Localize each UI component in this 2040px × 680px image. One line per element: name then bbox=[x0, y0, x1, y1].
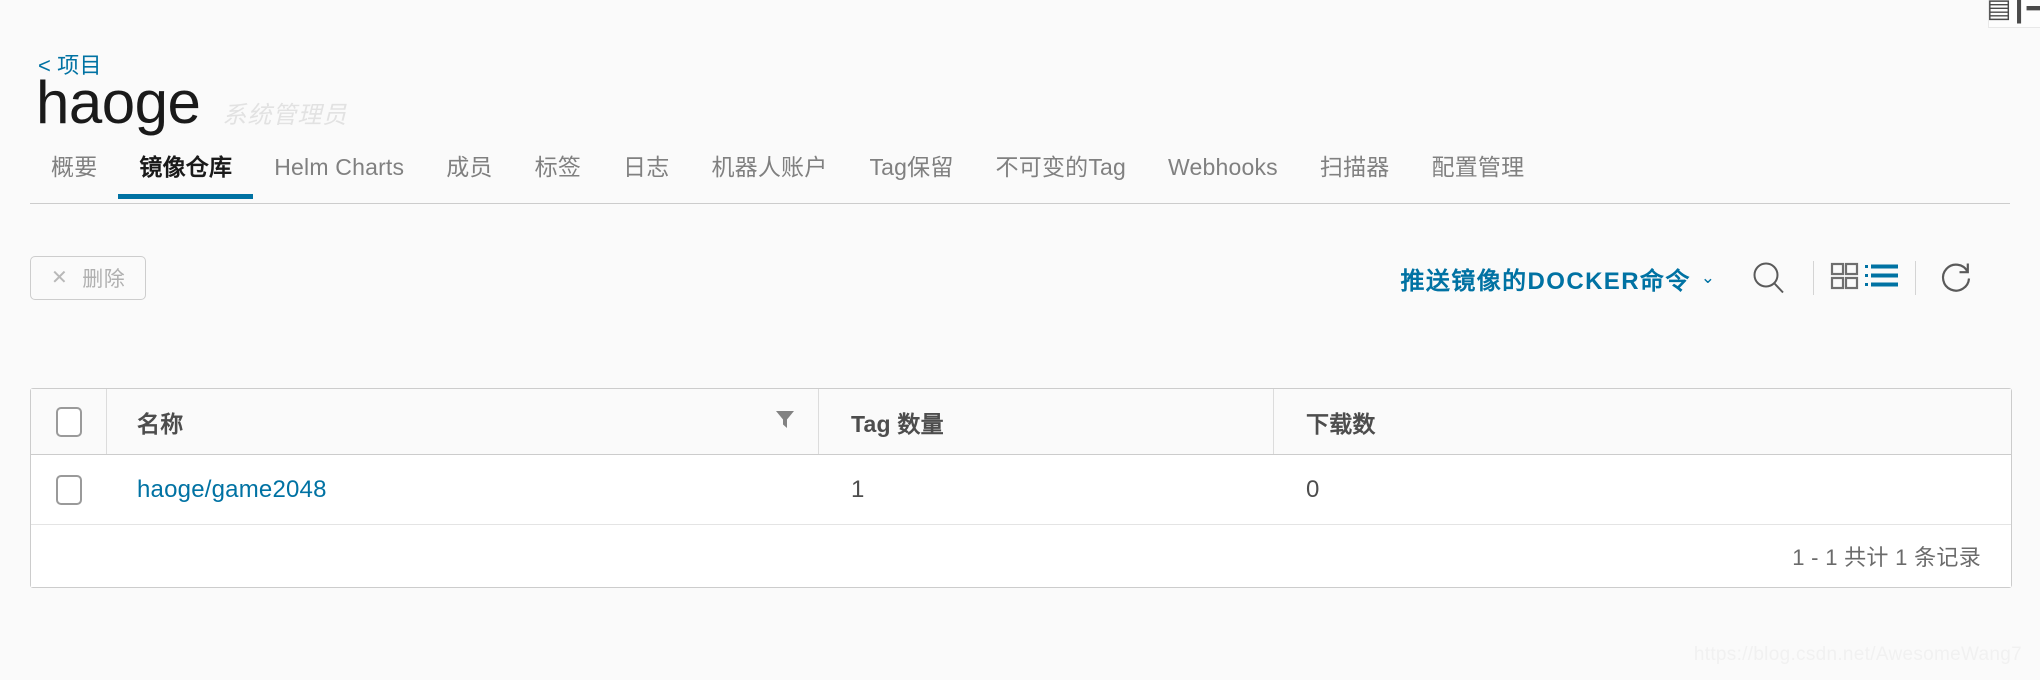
delete-button-label: 删除 bbox=[82, 268, 126, 291]
watermark: https://blog.csdn.net/AwesomeWang7 bbox=[1693, 644, 2022, 665]
column-header-downloads[interactable]: 下载数 bbox=[1274, 389, 2011, 454]
tab-1[interactable]: 镜像仓库 bbox=[118, 152, 254, 199]
tab-label: Helm Charts bbox=[274, 154, 405, 180]
tab-label: 日志 bbox=[623, 154, 670, 180]
tab-6[interactable]: 机器人账户 bbox=[690, 152, 848, 198]
refresh-icon[interactable] bbox=[1932, 254, 1980, 302]
row-name-cell: haoge/game2048 bbox=[107, 455, 819, 524]
delete-button[interactable]: ✕ 删除 bbox=[30, 256, 147, 300]
tab-3[interactable]: 成员 bbox=[425, 152, 513, 198]
grid-view-icon[interactable] bbox=[1830, 261, 1860, 296]
repository-table: 名称 Tag 数量 下载数 haoge/game2048 1 0 1 - 1 共… bbox=[30, 388, 2012, 588]
tab-10[interactable]: 扫描器 bbox=[1299, 152, 1411, 198]
barcode-icon: ▤┃━ bbox=[1988, 0, 2040, 24]
tab-label: 镜像仓库 bbox=[139, 154, 233, 180]
tab-label: 成员 bbox=[446, 154, 493, 180]
tab-5[interactable]: 日志 bbox=[602, 152, 690, 198]
column-header-downloads-label: 下载数 bbox=[1306, 410, 1376, 437]
toolbar-right-group: 推送镜像的DOCKER命令 ⌄ bbox=[1401, 250, 1980, 306]
page-header: haoge 系统管理员 bbox=[36, 73, 347, 133]
tab-9[interactable]: Webhooks bbox=[1147, 152, 1299, 198]
tab-label: 机器人账户 bbox=[711, 154, 828, 180]
toolbar-divider-2 bbox=[1915, 261, 1916, 295]
tab-label: Tag保留 bbox=[869, 154, 954, 180]
table-footer: 1 - 1 共计 1 条记录 bbox=[31, 525, 2011, 587]
view-mode-toggle[interactable] bbox=[1830, 261, 1899, 296]
page-title: haoge bbox=[36, 69, 201, 136]
tab-label: Webhooks bbox=[1168, 154, 1278, 180]
tab-11[interactable]: 配置管理 bbox=[1411, 152, 1546, 198]
column-header-name[interactable]: 名称 bbox=[107, 389, 819, 454]
tab-navigation: 概要 镜像仓库 Helm Charts 成员 标签 日志 机器人账户 Tag保留 不可变的Tag… bbox=[30, 152, 2010, 204]
toolbar-divider-1 bbox=[1813, 261, 1814, 295]
harbor-project-page: ▤┃━ < 项目 haoge 系统管理员 概要 镜像仓库 Helm Charts 成员标… bbox=[0, 0, 2040, 680]
table-header-row: 名称 Tag 数量 下载数 bbox=[31, 389, 2011, 455]
row-tag-count-cell: 1 bbox=[819, 455, 1274, 524]
tab-label: 不可变的Tag bbox=[995, 154, 1127, 180]
close-icon: ✕ bbox=[51, 267, 69, 289]
row-checkbox[interactable] bbox=[56, 474, 82, 505]
filter-icon[interactable] bbox=[774, 408, 796, 435]
tab-label: 标签 bbox=[534, 154, 582, 180]
tab-label: 概要 bbox=[51, 154, 98, 180]
tag-count-value: 1 bbox=[851, 475, 865, 503]
push-docker-command-dropdown[interactable]: 推送镜像的DOCKER命令 ⌄ bbox=[1401, 261, 1715, 296]
tab-label: 扫描器 bbox=[1319, 154, 1390, 180]
action-toolbar: ✕ 删除 推送镜像的DOCKER命令 ⌄ bbox=[30, 256, 2010, 318]
table-row[interactable]: haoge/game2048 1 0 bbox=[31, 455, 2011, 525]
tab-4[interactable]: 标签 bbox=[514, 152, 602, 198]
select-all-checkbox[interactable] bbox=[55, 406, 82, 437]
select-all-cell bbox=[31, 389, 107, 454]
column-header-name-label: 名称 bbox=[137, 410, 184, 437]
role-label: 系统管理员 bbox=[222, 102, 348, 129]
column-header-tag-count-label: Tag 数量 bbox=[851, 410, 944, 437]
list-view-icon[interactable] bbox=[1865, 261, 1899, 296]
tab-7[interactable]: Tag保留 bbox=[848, 152, 974, 198]
repository-link[interactable]: haoge/game2048 bbox=[137, 476, 327, 504]
search-icon[interactable] bbox=[1741, 254, 1797, 302]
pagination-summary: 1 - 1 共计 1 条记录 bbox=[1792, 545, 1981, 570]
tab-label: 配置管理 bbox=[1431, 154, 1525, 180]
tab-0[interactable]: 概要 bbox=[30, 152, 118, 198]
downloads-value: 0 bbox=[1306, 475, 1320, 503]
row-downloads-cell: 0 bbox=[1274, 455, 2011, 524]
tab-2[interactable]: Helm Charts bbox=[253, 152, 425, 198]
push-docker-command-label: 推送镜像的DOCKER命令 bbox=[1400, 267, 1691, 295]
top-right-fragment: ▤┃━ bbox=[1988, 0, 2040, 28]
chevron-down-icon: ⌄ bbox=[1700, 268, 1715, 287]
tab-8[interactable]: 不可变的Tag bbox=[975, 152, 1147, 198]
column-header-tag-count[interactable]: Tag 数量 bbox=[819, 389, 1274, 454]
row-select-cell bbox=[31, 455, 107, 524]
